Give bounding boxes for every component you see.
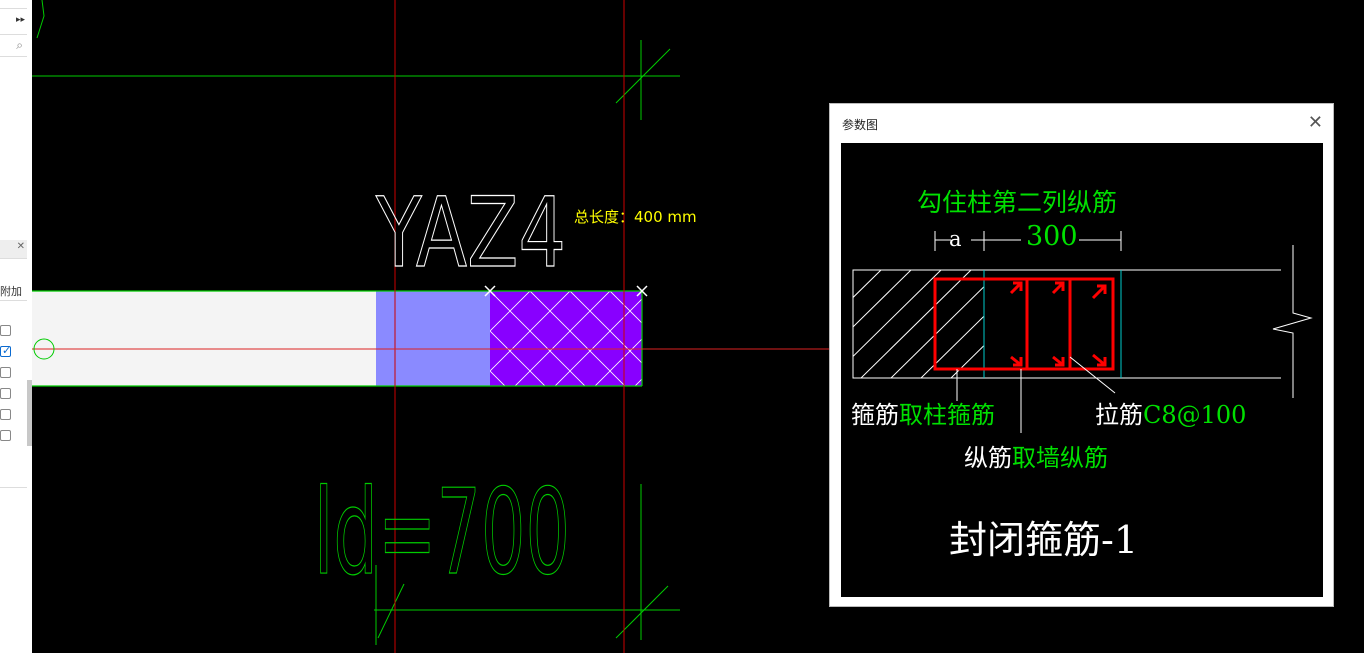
stirrup-note: 箍筋取柱箍筋 (851, 395, 995, 430)
closed-stirrup (933, 277, 1115, 371)
close-icon[interactable]: ✕ (1308, 112, 1323, 133)
section-outline (852, 269, 1122, 379)
panel-close-icon[interactable]: ✕ (17, 241, 25, 252)
panel-bottom-row (0, 465, 27, 488)
attach-checkbox-5[interactable] (0, 409, 11, 420)
total-length-label: 总长度：400 mm (574, 208, 697, 226)
top-note: 勾住柱第二列纵筋 (917, 188, 1118, 217)
fujia-label: 附加 (0, 285, 22, 298)
stirrup-value: 取柱箍筋 (899, 401, 995, 429)
attach-checkbox-1[interactable] (0, 325, 11, 336)
left-property-panel: ▸▸ ⌕ ✕ 附加 (0, 0, 32, 653)
panel-top-strip (0, 0, 27, 9)
break-line (1272, 245, 1313, 398)
search-icon[interactable]: ⌕ (16, 38, 23, 53)
attach-checkbox-2[interactable] (0, 344, 11, 357)
tie-label: 拉筋 (1095, 401, 1143, 429)
stirrup-label: 箍筋 (851, 401, 899, 429)
anchorage-length-label: ld=700 (314, 463, 570, 601)
longitudinal-value: 取墙纵筋 (1012, 444, 1108, 472)
longitudinal-label: 纵筋 (964, 444, 1012, 472)
blue-column-zone[interactable] (376, 291, 490, 386)
dim-a-label: a (949, 227, 962, 251)
edge-column-hatch (490, 291, 642, 386)
tie-note: 拉筋C8@100 (1095, 395, 1246, 430)
diagram-caption: 封闭箍筋-1 (949, 518, 1139, 562)
corner-stub (36, 0, 45, 39)
tie-value: C8@100 (1143, 401, 1247, 429)
wall-segment[interactable] (32, 291, 376, 386)
element-name: YAZ4 (375, 177, 566, 289)
fujia-column-header: 附加 (0, 280, 27, 301)
panel-toolbar: ▸▸ (0, 10, 27, 35)
dialog-title: 参数图 (842, 118, 879, 132)
expand-arrow-icon[interactable]: ▸▸ (16, 15, 25, 25)
attach-checkbox-4[interactable] (0, 388, 11, 399)
attach-checkbox-3[interactable] (0, 367, 11, 378)
panel-section-header: ✕ (0, 240, 27, 259)
parameter-image: 勾住柱第二列纵筋 a 300 箍筋取柱箍筋 拉筋C8@100 纵筋取墙纵筋 封闭… (841, 143, 1323, 597)
dim-300-label: 300 (1026, 221, 1078, 252)
panel-search[interactable]: ⌕ (0, 36, 27, 57)
attach-checkbox-6[interactable] (0, 430, 11, 441)
longitudinal-note: 纵筋取墙纵筋 (964, 438, 1108, 473)
parameter-diagram-dialog[interactable]: 参数图 ✕ 勾住柱第二列纵筋 a 300 箍筋取柱箍筋 拉筋C8@100 纵筋取… (829, 103, 1334, 607)
